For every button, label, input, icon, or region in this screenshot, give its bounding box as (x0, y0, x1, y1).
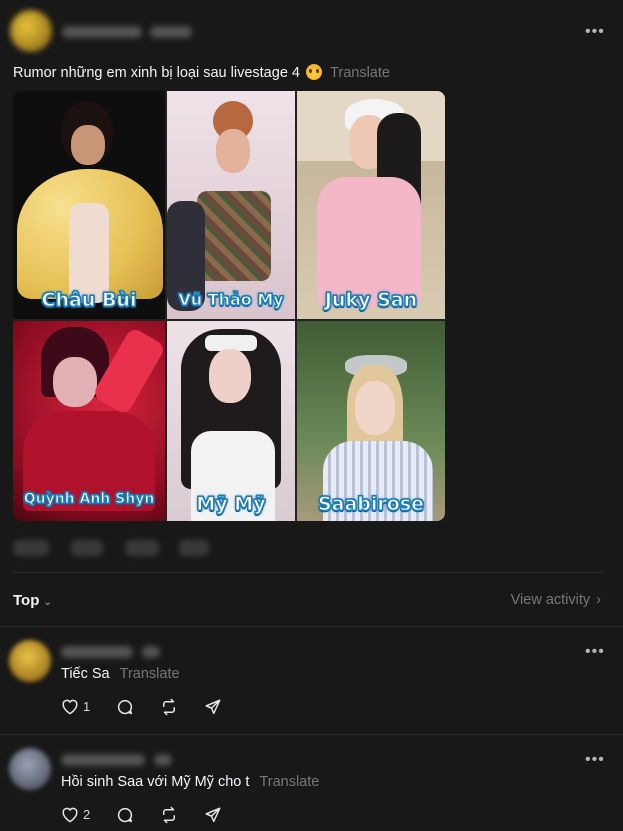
post-timestamp-blurred (150, 26, 192, 38)
reply-share-button[interactable] (204, 806, 222, 824)
reply-translate-link[interactable]: Translate (120, 666, 180, 682)
flushed-face-emoji-icon (306, 64, 323, 80)
reply-avatar[interactable] (9, 748, 51, 790)
reply-more-menu-icon[interactable]: ••• (585, 644, 605, 660)
author-avatar[interactable] (10, 10, 52, 52)
heart-icon (62, 699, 78, 715)
image-tile-6: Saabirose (297, 321, 445, 521)
divider (0, 626, 623, 627)
post-caption-text: Rumor những em xinh bị loại sau livestag… (13, 65, 300, 81)
sort-dropdown[interactable]: Top ⌄ (13, 592, 52, 609)
post-image-collage[interactable]: Châu Bùi Vũ Thảo My Juky San Quỳnh Anh S… (13, 91, 445, 521)
image-tile-3: Juky San (297, 91, 445, 319)
image-label-5: Mỹ Mỹ (196, 493, 266, 516)
post-share-button[interactable] (179, 540, 209, 556)
post-more-menu-icon[interactable]: ••• (585, 24, 605, 40)
post-repost-button[interactable] (125, 540, 159, 556)
reply-item: ••• Hồi sinh Saa với Mỹ Mỹ cho t Transla… (0, 748, 623, 831)
reply-like-count: 1 (83, 699, 91, 714)
heart-icon (62, 807, 78, 823)
reply-timestamp-blurred (142, 646, 160, 658)
chevron-down-icon: ⌄ (43, 597, 52, 608)
reply-username-blurred[interactable] (61, 646, 133, 658)
reply-more-menu-icon[interactable]: ••• (585, 752, 605, 768)
reply-comment-button[interactable] (116, 806, 134, 824)
image-tile-2: Vũ Thảo My (167, 91, 295, 319)
divider (13, 572, 603, 573)
reply-text: Hồi sinh Saa với Mỹ Mỹ cho t Translate (61, 774, 319, 790)
image-tile-5: Mỹ Mỹ (167, 321, 295, 521)
reply-translate-link[interactable]: Translate (259, 774, 319, 790)
reply-share-button[interactable] (204, 698, 222, 716)
post-action-bar (13, 540, 213, 560)
sort-label: Top (13, 592, 40, 609)
repost-icon (163, 698, 175, 716)
image-tile-1: Châu Bùi (13, 91, 165, 319)
view-activity-label: View activity (510, 592, 591, 608)
image-label-6: Saabirose (317, 493, 425, 516)
image-label-2: Vũ Thảo My (178, 290, 284, 310)
reply-username-blurred[interactable] (61, 754, 145, 766)
reply-action-bar: 2 (61, 806, 241, 826)
comment-icon (117, 807, 133, 823)
reply-body: Tiếc Sa (61, 666, 110, 682)
send-icon (205, 807, 221, 823)
reply-action-bar: 1 (61, 698, 241, 718)
author-username-blurred[interactable] (62, 26, 142, 38)
reply-text: Tiếc Sa Translate (61, 666, 180, 682)
reply-like-count: 2 (83, 807, 91, 822)
comment-icon (117, 699, 133, 715)
post-like-button[interactable] (13, 540, 49, 556)
repost-icon (163, 806, 175, 824)
reply-body: Hồi sinh Saa với Mỹ Mỹ cho t (61, 774, 250, 790)
view-activity-link[interactable]: View activity › (511, 592, 601, 608)
image-label-1: Châu Bùi (41, 289, 137, 312)
reply-timestamp-blurred (154, 754, 172, 766)
divider (0, 734, 623, 735)
post-translate-link[interactable]: Translate (330, 65, 390, 81)
image-tile-4: Quỳnh Anh Shyn (13, 321, 165, 521)
image-label-4: Quỳnh Anh Shyn (23, 491, 155, 508)
image-label-3: Juky San (324, 289, 418, 312)
reply-repost-button[interactable] (160, 806, 178, 824)
reply-like-button[interactable]: 2 (61, 806, 90, 823)
post-reply-button[interactable] (71, 540, 103, 556)
reply-like-button[interactable]: 1 (61, 698, 90, 715)
reply-repost-button[interactable] (160, 698, 178, 716)
reply-item: ••• Tiếc Sa Translate 1 (0, 640, 623, 730)
send-icon (205, 699, 221, 715)
post-caption: Rumor những em xinh bị loại sau livestag… (13, 64, 390, 81)
reply-comment-button[interactable] (116, 698, 134, 716)
reply-avatar[interactable] (9, 640, 51, 682)
post-header: ••• (10, 10, 613, 54)
chevron-right-icon: › (596, 592, 601, 608)
